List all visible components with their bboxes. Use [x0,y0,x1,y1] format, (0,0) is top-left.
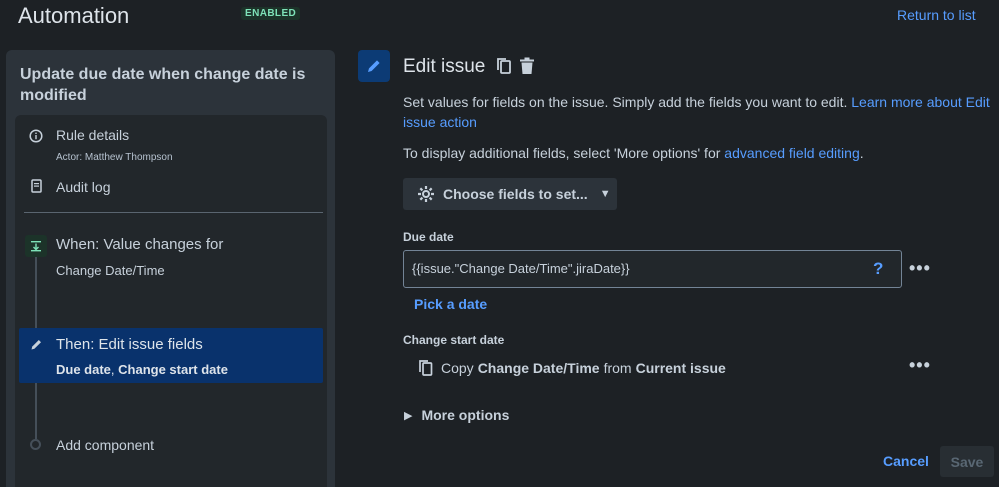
advanced-field-editing-link[interactable]: advanced field editing [724,145,859,161]
app-title: Automation [18,3,130,28]
from-word: from [603,360,632,376]
trigger-title[interactable]: When: Value changes for [56,236,223,253]
timeline-connector [35,257,37,328]
panel-description: Set values for fields on the issue. Simp… [403,92,995,132]
advanced-editing-text: To display additional fields, select 'Mo… [403,145,725,161]
action-field-change-start-date: Change start date [118,362,228,377]
more-options-label: More options [421,407,510,423]
status-badge: ENABLED [241,7,301,20]
advanced-editing-end: . [859,145,864,161]
chevron-down-icon: ▼ [599,188,611,200]
copy-value-row[interactable]: Copy Change Date/Time from Current issue [418,359,726,377]
timeline-connector [35,383,37,439]
action-title[interactable]: Then: Edit issue fields [56,336,203,353]
rule-details-link[interactable]: Rule details [56,127,129,143]
action-fields: Due date, Change start date [56,362,228,377]
trigger-icon [25,235,47,257]
advanced-editing-note: To display additional fields, select 'Mo… [403,145,864,161]
more-options-toggle[interactable]: ▶ More options [404,407,509,423]
change-start-date-more-button[interactable]: ••• [909,355,931,376]
add-component-dot [30,439,41,450]
sidebar-divider [24,212,323,213]
return-to-list-link[interactable]: Return to list [897,7,976,23]
pick-a-date-link[interactable]: Pick a date [414,296,487,312]
description-text: Set values for fields on the issue. Simp… [403,94,852,110]
trigger-field: Change Date/Time [56,263,165,278]
action-field-due-date: Due date [56,362,111,377]
copy-icon [418,359,433,377]
rule-actor: Actor: Matthew Thompson [56,152,173,163]
info-icon [29,129,43,148]
copy-source-field: Change Date/Time [477,360,600,376]
copy-icon[interactable] [496,57,512,80]
save-button[interactable]: Save [940,446,994,477]
chevron-right-icon: ▶ [404,409,413,422]
add-component-button[interactable]: Add component [56,437,154,453]
gear-icon [417,185,435,203]
pencil-icon [30,338,43,356]
choose-fields-label: Choose fields to set... [443,186,588,202]
cancel-button[interactable]: Cancel [883,453,929,469]
document-icon [31,179,42,198]
change-start-date-label: Change start date [403,333,505,347]
audit-log-link[interactable]: Audit log [56,179,110,195]
copy-source-issue: Current issue [635,360,726,376]
help-icon[interactable]: ? [873,259,883,279]
trash-icon[interactable] [519,57,535,80]
rule-components-panel [15,115,327,487]
rule-title[interactable]: Update due date when change date is modi… [20,64,320,106]
panel-title: Edit issue [403,56,486,77]
edit-issue-icon [358,50,390,82]
due-date-more-button[interactable]: ••• [909,258,931,279]
due-date-label: Due date [403,230,454,244]
copy-word: Copy [441,360,474,376]
due-date-input[interactable]: {{issue."Change Date/Time".jiraDate}} [403,250,902,288]
choose-fields-button[interactable]: Choose fields to set... ▼ [403,178,617,210]
